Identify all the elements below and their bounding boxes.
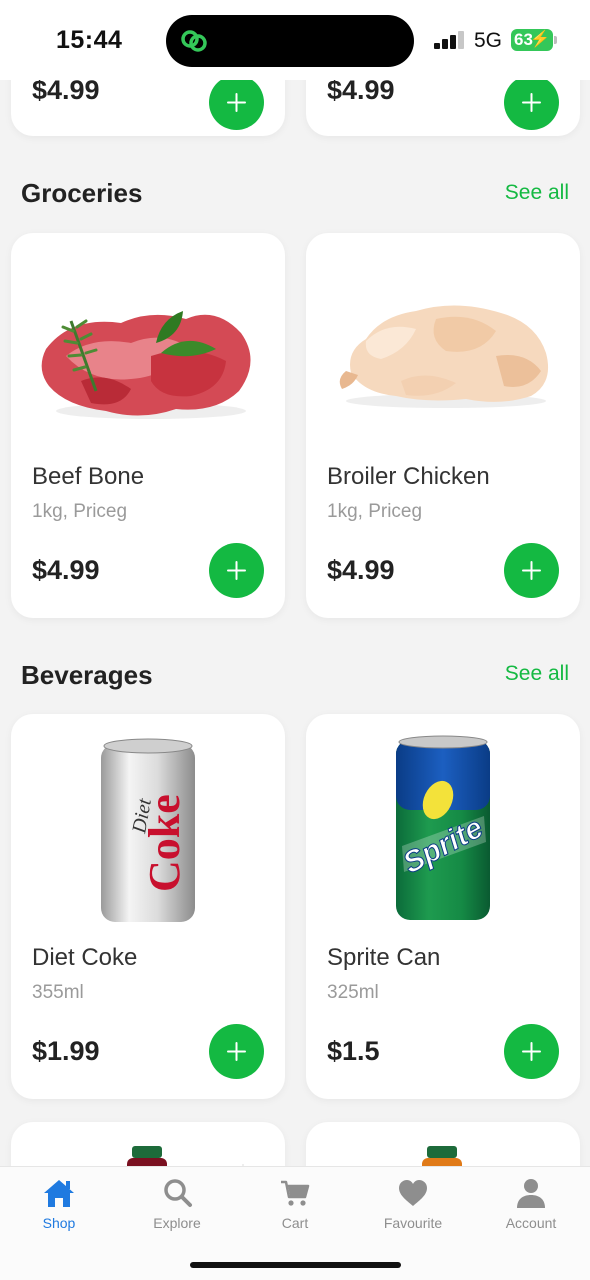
section-title-beverages: Beverages xyxy=(21,660,153,690)
add-to-cart-button[interactable] xyxy=(504,1024,559,1079)
product-card-sprite-can[interactable]: Sprite Sprite Can 325ml $1.5 xyxy=(306,714,580,1099)
plus-icon xyxy=(522,561,541,580)
sprite-can-image: Sprite xyxy=(396,735,490,920)
see-all-beverages-link[interactable]: See all xyxy=(505,662,569,686)
product-name: Beef Bone xyxy=(32,463,145,490)
bottle-image xyxy=(422,1146,462,1166)
product-price: $4.99 xyxy=(32,555,100,585)
add-to-cart-button[interactable] xyxy=(209,543,264,598)
product-card[interactable] xyxy=(306,1122,580,1166)
product-subtitle: 355ml xyxy=(32,982,84,1003)
product-subtitle: 1kg, Priceg xyxy=(327,501,423,522)
home-indicator xyxy=(190,1262,401,1268)
product-price: $1.99 xyxy=(32,1036,100,1066)
bottle-image xyxy=(127,1146,244,1166)
charging-bolt-icon: ⚡ xyxy=(530,31,550,48)
status-bar: 15:44 5G 63 ⚡ xyxy=(0,0,590,80)
heart-icon xyxy=(399,1180,427,1206)
product-card-beef-bone[interactable]: Beef Bone 1kg, Priceg $4.99 xyxy=(11,233,285,618)
product-card-broiler-chicken[interactable]: Broiler Chicken 1kg, Priceg $4.99 xyxy=(306,233,580,618)
add-to-cart-button[interactable] xyxy=(209,1024,264,1079)
cart-icon xyxy=(281,1180,310,1206)
product-price: $4.99 xyxy=(327,555,395,585)
product-image: Sprite xyxy=(306,734,580,920)
can-brand-text: Coke xyxy=(140,794,189,892)
add-to-cart-button[interactable] xyxy=(209,75,264,130)
dynamic-island xyxy=(166,15,414,67)
product-image: Diet Coke xyxy=(11,734,285,922)
tab-cart[interactable]: Cart xyxy=(236,1177,354,1237)
tab-explore[interactable]: Explore xyxy=(118,1177,236,1237)
add-to-cart-button[interactable] xyxy=(504,75,559,130)
person-icon xyxy=(517,1179,545,1208)
add-to-cart-button[interactable] xyxy=(504,543,559,598)
see-all-groceries-link[interactable]: See all xyxy=(505,181,569,205)
product-price: $1.5 xyxy=(327,1036,380,1066)
shop-content[interactable]: $4.99 $4.99 Groceries See all Beef Bone … xyxy=(0,0,590,1166)
home-icon xyxy=(44,1180,74,1207)
battery-icon: 63 ⚡ xyxy=(511,29,557,51)
product-name: Sprite Can xyxy=(327,944,441,971)
tab-label: Favourite xyxy=(383,1215,443,1231)
tab-account[interactable]: Account xyxy=(472,1177,590,1237)
product-subtitle: 325ml xyxy=(327,982,379,1003)
plus-icon xyxy=(227,561,246,580)
beef-image xyxy=(41,311,251,419)
plus-icon xyxy=(522,1042,541,1061)
tab-shop[interactable]: Shop xyxy=(0,1177,118,1237)
product-subtitle: 1kg, Priceg xyxy=(32,501,128,522)
tab-label: Cart xyxy=(281,1215,309,1231)
tab-favourite[interactable]: Favourite xyxy=(354,1177,472,1237)
product-card[interactable] xyxy=(11,1122,285,1166)
chicken-image xyxy=(339,305,549,408)
plus-icon xyxy=(227,93,246,112)
plus-icon xyxy=(522,93,541,112)
product-image xyxy=(306,261,580,441)
product-name: Broiler Chicken xyxy=(327,463,490,490)
status-time: 15:44 xyxy=(56,26,123,54)
link-rings-icon xyxy=(181,30,207,52)
cellular-signal-icon xyxy=(434,31,466,49)
tab-label: Explore xyxy=(153,1215,201,1231)
tab-label: Shop xyxy=(42,1215,76,1231)
product-image xyxy=(11,261,285,441)
diet-coke-can-image: Diet Coke xyxy=(101,738,195,922)
product-card-diet-coke[interactable]: Diet Coke Diet Coke 355ml $1.99 xyxy=(11,714,285,1099)
search-icon xyxy=(164,1179,192,1207)
section-title-groceries: Groceries xyxy=(21,178,143,208)
product-name: Diet Coke xyxy=(32,944,138,971)
network-type-label: 5G xyxy=(474,29,503,52)
tab-label: Account xyxy=(505,1215,557,1231)
plus-icon xyxy=(227,1042,246,1061)
